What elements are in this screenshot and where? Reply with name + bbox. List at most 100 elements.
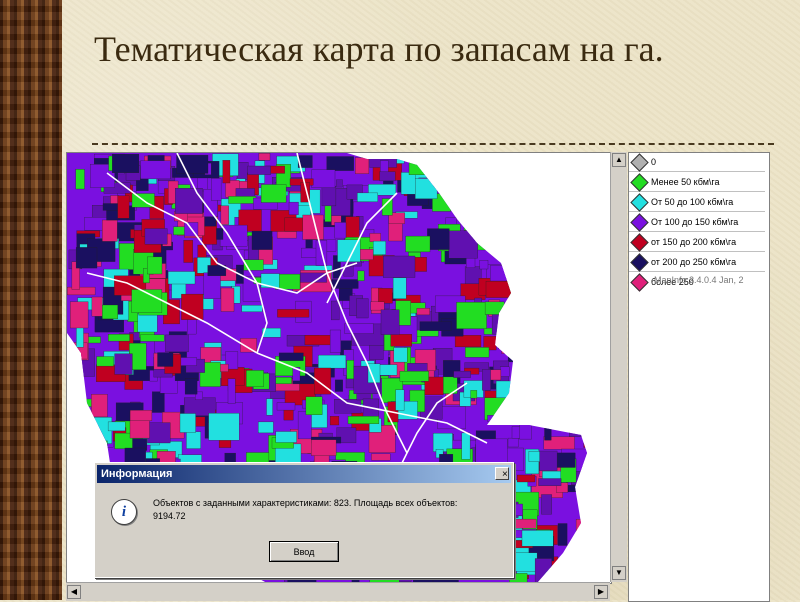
map-parcel bbox=[544, 419, 552, 441]
dialog-title: Информация bbox=[101, 468, 173, 480]
map-parcel bbox=[515, 176, 540, 185]
legend-label: Менее 50 кбм\га bbox=[651, 177, 720, 187]
map-parcel bbox=[305, 396, 323, 415]
map-parcel bbox=[515, 518, 537, 529]
map-parcel bbox=[456, 203, 485, 211]
legend-item[interactable]: От 100 до 150 кбм\га bbox=[629, 213, 765, 232]
map-parcel bbox=[590, 191, 611, 213]
scroll-right-arrow-icon[interactable]: ▶ bbox=[594, 585, 608, 599]
map-parcel bbox=[334, 399, 362, 414]
map-parcel bbox=[485, 281, 515, 298]
map-parcel bbox=[487, 415, 500, 422]
map-parcel bbox=[129, 410, 153, 421]
map-parcel bbox=[278, 352, 304, 361]
map-parcel bbox=[519, 416, 532, 440]
map-parcel bbox=[304, 335, 334, 346]
map-parcel bbox=[596, 564, 611, 574]
map-parcel bbox=[318, 354, 347, 369]
map-parcel bbox=[203, 272, 221, 299]
map-parcel bbox=[463, 207, 488, 231]
map-parcel bbox=[501, 334, 513, 354]
map-parcel bbox=[251, 230, 273, 250]
info-dialog[interactable]: Информация × i Объектов с заданными хара… bbox=[94, 462, 514, 578]
map-parcel bbox=[450, 179, 463, 192]
map-parcel bbox=[567, 208, 578, 226]
scroll-left-arrow-icon[interactable]: ◀ bbox=[67, 585, 81, 599]
map-parcel bbox=[554, 166, 578, 191]
map-parcel bbox=[556, 226, 569, 244]
map-parcel bbox=[378, 288, 393, 304]
map-parcel bbox=[140, 160, 171, 180]
map-parcel bbox=[78, 530, 94, 552]
map-parcel bbox=[534, 324, 541, 348]
map-parcel bbox=[589, 475, 611, 499]
map-parcel bbox=[346, 360, 355, 380]
map-parcel bbox=[326, 156, 354, 171]
map-parcel bbox=[555, 242, 567, 253]
legend-panel: 0 Менее 50 кбм\га От 50 до 100 кбм\га От… bbox=[628, 152, 770, 602]
map-parcel bbox=[236, 162, 249, 180]
map-parcel bbox=[578, 533, 587, 548]
legend-swatch bbox=[630, 153, 649, 172]
map-parcel bbox=[228, 196, 257, 204]
map-parcel bbox=[545, 384, 562, 410]
map-parcel bbox=[405, 235, 431, 253]
map-parcel bbox=[572, 258, 580, 266]
slide-title: Тематическая карта по запасам на га. bbox=[94, 29, 664, 69]
map-parcel bbox=[371, 453, 391, 461]
map-parcel bbox=[517, 474, 536, 483]
map-parcel bbox=[570, 565, 587, 581]
map-parcel bbox=[369, 233, 381, 242]
map-parcel bbox=[321, 185, 337, 207]
map-parcel bbox=[510, 552, 538, 572]
map-parcel bbox=[284, 217, 305, 232]
legend-item[interactable]: 0 bbox=[629, 153, 765, 172]
legend-item[interactable]: от 150 до 200 кбм\га bbox=[629, 233, 765, 252]
map-parcel bbox=[476, 241, 503, 251]
map-parcel bbox=[547, 174, 579, 195]
map-parcel bbox=[355, 157, 370, 174]
map-parcel bbox=[510, 193, 544, 219]
map-parcel bbox=[541, 403, 561, 412]
map-parcel bbox=[448, 230, 478, 259]
map-parcel bbox=[490, 265, 509, 282]
map-parcel bbox=[595, 229, 611, 251]
map-parcel bbox=[501, 237, 534, 253]
map-parcel bbox=[552, 388, 566, 408]
map-parcel bbox=[538, 394, 559, 404]
legend-item[interactable]: От 50 до 100 кбм\га bbox=[629, 193, 765, 212]
map-parcel bbox=[559, 405, 573, 428]
map-parcel bbox=[335, 379, 343, 392]
map-parcel bbox=[498, 331, 527, 349]
scroll-down-arrow-icon[interactable]: ▼ bbox=[612, 566, 626, 580]
map-parcel bbox=[69, 398, 94, 407]
map-parcel bbox=[486, 171, 506, 196]
map-parcel bbox=[541, 494, 552, 515]
map-parcel bbox=[577, 321, 584, 345]
map-horizontal-scrollbar[interactable]: ◀ ▶ bbox=[66, 582, 610, 601]
map-parcel bbox=[547, 352, 566, 365]
ok-button[interactable]: Ввод bbox=[269, 541, 339, 562]
map-parcel bbox=[507, 437, 519, 448]
map-parcel bbox=[334, 222, 347, 239]
close-icon[interactable]: × bbox=[495, 467, 509, 480]
map-parcel bbox=[526, 165, 537, 188]
map-parcel bbox=[147, 422, 171, 444]
map-parcel bbox=[178, 357, 197, 366]
map-parcel bbox=[563, 207, 587, 234]
map-vertical-scrollbar[interactable]: ▲ ▼ bbox=[610, 152, 627, 582]
legend-label: От 100 до 150 кбм\га bbox=[651, 217, 739, 227]
map-parcel bbox=[416, 308, 430, 316]
map-parcel bbox=[535, 284, 559, 310]
map-parcel bbox=[542, 207, 554, 216]
legend-item[interactable]: от 200 до 250 кбм\га bbox=[629, 253, 765, 272]
map-parcel bbox=[493, 174, 511, 199]
dialog-titlebar[interactable]: Информация × bbox=[97, 465, 511, 483]
map-parcel bbox=[590, 534, 611, 557]
map-parcel bbox=[102, 304, 118, 320]
legend-label: 0 bbox=[651, 157, 657, 167]
legend-item[interactable]: Менее 50 кбм\га bbox=[629, 173, 765, 192]
map-parcel bbox=[595, 419, 603, 444]
scroll-up-arrow-icon[interactable]: ▲ bbox=[612, 153, 626, 167]
map-parcel bbox=[519, 242, 539, 255]
